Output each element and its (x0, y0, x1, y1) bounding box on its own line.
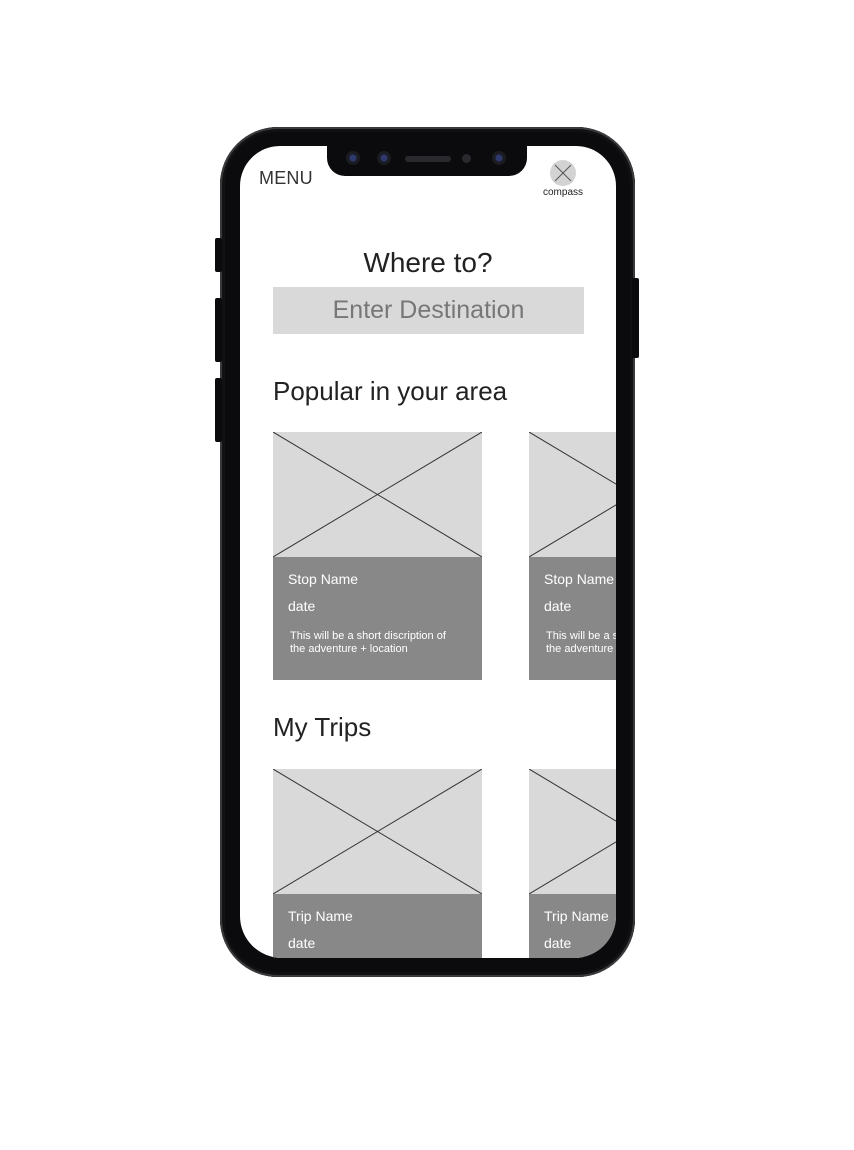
stop-date: date (544, 598, 572, 614)
front-camera-icon (346, 151, 360, 165)
image-placeholder (273, 432, 482, 557)
popular-card[interactable]: Stop Name date This will be a short disc… (529, 432, 616, 680)
card-info: Trip Name date (273, 894, 482, 958)
destination-input[interactable] (273, 287, 584, 334)
volume-down-button (215, 378, 222, 442)
compass-icon[interactable] (550, 160, 576, 186)
phone-screen: MENU compass Where to? Popular in your a… (240, 146, 616, 958)
card-info: Stop Name date This will be a short disc… (273, 557, 482, 680)
power-button (632, 278, 639, 358)
volume-up-button (215, 298, 222, 362)
trip-card[interactable]: Trip Name date (273, 769, 482, 958)
menu-button[interactable]: MENU (259, 168, 313, 189)
my-trips-heading: My Trips (273, 712, 372, 742)
front-camera-icon (492, 151, 506, 165)
trip-name: Trip Name (288, 908, 353, 924)
trip-card[interactable]: Trip Name date (529, 769, 616, 958)
proximity-sensor (462, 154, 471, 163)
image-placeholder (529, 432, 616, 557)
popular-heading: Popular in your area (273, 376, 508, 406)
trip-name: Trip Name (544, 908, 609, 924)
image-placeholder (273, 769, 482, 894)
page-title: Where to? (363, 247, 493, 278)
card-info: Stop Name date This will be a short disc… (529, 557, 616, 680)
mute-switch (215, 238, 222, 272)
stop-name: Stop Name (288, 571, 359, 587)
image-placeholder (529, 769, 616, 894)
stop-description: This will be a short discription of the … (546, 630, 616, 655)
face-sensor-icon (377, 151, 391, 165)
stop-date: date (288, 598, 316, 614)
card-info: Trip Name date (529, 894, 616, 958)
trip-date: date (544, 935, 572, 951)
earpiece-speaker (405, 156, 451, 162)
popular-card[interactable]: Stop Name date This will be a short disc… (273, 432, 482, 680)
stop-name: Stop Name (544, 571, 615, 587)
stop-description: This will be a short discription of the … (290, 630, 446, 655)
trip-date: date (288, 935, 316, 951)
phone-notch (327, 146, 527, 176)
compass-label: compass (542, 187, 583, 198)
